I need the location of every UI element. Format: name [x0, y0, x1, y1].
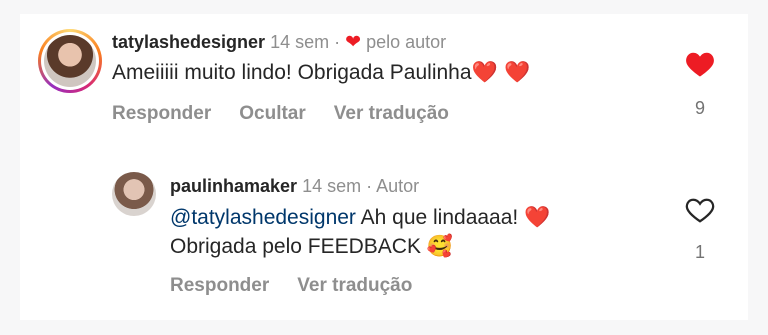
- avatar-photo: [44, 35, 96, 87]
- comment-username[interactable]: tatylashedesigner: [112, 32, 265, 52]
- heart-emoji: ❤️: [524, 205, 551, 229]
- translate-button[interactable]: Ver tradução: [334, 103, 449, 124]
- comment-time: 14 sem: [270, 32, 330, 52]
- heart-filled-icon[interactable]: [680, 50, 720, 84]
- reply-like: 1: [680, 196, 720, 263]
- comment-emojis: ❤️ ❤️: [471, 60, 531, 84]
- heart-outline-icon[interactable]: [680, 196, 720, 230]
- reply-actions: Responder Ver tradução: [170, 275, 440, 297]
- author-badge: pelo autor: [366, 32, 447, 52]
- author-liked-heart-icon: ❤: [345, 32, 362, 53]
- translate-button[interactable]: Ver tradução: [297, 275, 412, 296]
- reply-button[interactable]: Responder: [170, 275, 269, 296]
- hide-button[interactable]: Ocultar: [239, 103, 306, 124]
- comment-text: Ameiiiii muito lindo! Obrigada Paulinha: [112, 61, 472, 84]
- reply-avatar[interactable]: [112, 172, 156, 216]
- comment-actions: Responder Ocultar Ver tradução: [112, 103, 477, 125]
- avatar[interactable]: [38, 29, 102, 93]
- mention-link[interactable]: @tatylashedesigner: [170, 206, 356, 229]
- comment-like: 9: [680, 50, 720, 119]
- reply-button[interactable]: Responder: [112, 103, 211, 124]
- reply-username[interactable]: paulinhamaker: [170, 176, 297, 196]
- smiling-face-with-hearts-emoji: 🥰: [426, 234, 453, 258]
- reply-header: paulinhamaker 14 sem · Autor: [170, 176, 420, 196]
- author-label: Autor: [376, 176, 420, 196]
- reply-text-line2: Obrigada pelo FEEDBACK 🥰: [170, 234, 453, 258]
- reply-time: 14 sem: [302, 176, 362, 196]
- reply-text-line1: @tatylashedesigner Ah que lindaaaa! ❤️: [170, 205, 551, 229]
- comment-text-container: Ameiiiii muito lindo! Obrigada Paulinha❤…: [112, 60, 531, 85]
- comment-header: tatylashedesigner 14 sem · ❤ pelo autor: [112, 32, 447, 53]
- like-count: 1: [694, 242, 705, 262]
- like-count: 9: [694, 98, 705, 118]
